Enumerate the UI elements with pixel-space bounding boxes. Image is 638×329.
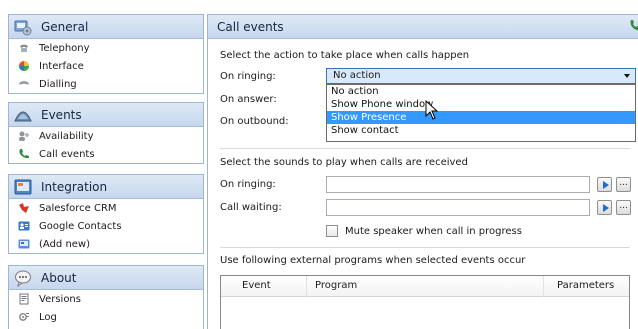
dropdown-option-no-action[interactable]: No action <box>327 85 635 98</box>
add-new-icon <box>17 237 31 251</box>
interface-icon <box>17 59 31 73</box>
ringing-sound-input[interactable] <box>326 176 590 193</box>
dropdown-option-show-phone-window[interactable]: Show Phone window <box>327 98 635 111</box>
mouse-cursor-icon <box>425 100 439 120</box>
sidebar-item-label: (Add new) <box>39 238 91 250</box>
mute-speaker-label: Mute speaker when call in progress <box>345 226 522 237</box>
sidebar-item-label: Versions <box>39 293 81 305</box>
availability-icon <box>17 129 31 143</box>
chevron-down-icon <box>624 74 630 78</box>
sidebar-item-label: Availability <box>39 130 94 142</box>
action-dropdown-list: No action Show Phone window Show Presenc… <box>326 84 636 142</box>
integration-icon <box>13 177 33 197</box>
telephony-icon <box>17 41 31 55</box>
sidebar-item-label: Log <box>39 311 57 323</box>
on-ringing-label: On ringing: <box>220 71 276 82</box>
column-divider[interactable] <box>306 276 307 297</box>
dropdown-option-show-contact[interactable]: Show contact <box>327 124 635 137</box>
section-divider <box>220 148 630 149</box>
select-value: No action <box>333 70 381 81</box>
sidebar-item-salesforce[interactable]: Salesforce CRM <box>9 199 203 217</box>
sidebar-group-integration: Integration Salesforce CRM Google Contac… <box>8 174 204 254</box>
sidebar-item-versions[interactable]: Versions <box>9 290 203 308</box>
sidebar-group-title-integration: Integration <box>41 179 108 194</box>
sidebar-group-title-about: About <box>41 270 77 285</box>
programs-heading: Use following external programs when sel… <box>220 255 526 266</box>
column-header-event[interactable]: Event <box>242 280 271 291</box>
ellipsis-icon: ... <box>619 200 628 211</box>
play-ringing-button[interactable] <box>597 177 612 192</box>
sound-waiting-label: Call waiting: <box>220 202 282 213</box>
column-divider[interactable] <box>543 276 544 297</box>
sidebar-item-interface[interactable]: Interface <box>9 57 203 75</box>
external-programs-table: Event Program Parameters <box>220 275 630 329</box>
call-events-panel: Call events Select the action to take pl… <box>207 14 638 329</box>
call-events-icon <box>17 147 31 161</box>
on-answer-label: On answer: <box>220 94 277 105</box>
dropdown-option-show-presence[interactable]: Show Presence <box>327 111 635 124</box>
versions-icon <box>17 292 31 306</box>
sidebar-group-header-integration[interactable]: Integration <box>9 175 203 199</box>
sidebar-item-label: Google Contacts <box>39 220 122 232</box>
sidebar-group-header-general[interactable]: General <box>9 15 203 39</box>
log-icon <box>17 310 31 324</box>
sidebar-item-add-new[interactable]: (Add new) <box>9 235 203 253</box>
section-divider <box>220 247 630 248</box>
browse-waiting-button[interactable]: ... <box>616 200 631 215</box>
play-waiting-button[interactable] <box>597 200 612 215</box>
play-icon <box>602 203 609 212</box>
sidebar-item-availability[interactable]: Availability <box>9 127 203 145</box>
on-outbound-label: On outbound: <box>220 116 289 127</box>
play-icon <box>602 180 609 189</box>
ellipsis-icon: ... <box>619 177 628 188</box>
page-title: Call events <box>217 20 284 34</box>
sidebar-item-label: Salesforce CRM <box>39 202 117 214</box>
sidebar-item-label: Interface <box>39 60 84 72</box>
panel-header: Call events <box>208 15 638 39</box>
sidebar-item-label: Telephony <box>39 42 90 54</box>
browse-ringing-button[interactable]: ... <box>616 177 631 192</box>
on-ringing-action-select[interactable]: No action <box>326 68 636 84</box>
phone-icon <box>628 19 638 33</box>
events-icon <box>13 105 33 125</box>
sidebar-group-header-events[interactable]: Events <box>9 103 203 127</box>
sidebar-item-call-events[interactable]: Call events <box>9 145 203 163</box>
sidebar-item-log[interactable]: Log <box>9 308 203 326</box>
column-header-program[interactable]: Program <box>315 280 357 291</box>
general-icon <box>13 17 33 37</box>
table-header: Event Program Parameters <box>221 276 629 297</box>
sidebar-group-about: About Versions Log <box>8 265 204 329</box>
sidebar-item-label: Dialling <box>39 78 77 90</box>
sidebar-item-google-contacts[interactable]: Google Contacts <box>9 217 203 235</box>
about-icon <box>13 268 33 288</box>
sidebar-item-dialling[interactable]: Dialling <box>9 75 203 93</box>
mute-speaker-checkbox[interactable] <box>326 225 338 237</box>
actions-heading: Select the action to take place when cal… <box>220 50 470 61</box>
sound-ringing-label: On ringing: <box>220 179 276 190</box>
dialling-icon <box>17 77 31 91</box>
sidebar-group-header-about[interactable]: About <box>9 266 203 290</box>
sidebar-item-label: Call events <box>39 148 95 160</box>
sidebar-group-general: General Telephony Interface Dialling <box>8 14 204 94</box>
column-header-parameters[interactable]: Parameters <box>557 280 614 291</box>
google-contacts-icon <box>17 219 31 233</box>
sidebar-item-telephony[interactable]: Telephony <box>9 39 203 57</box>
sounds-heading: Select the sounds to play when calls are… <box>220 157 468 168</box>
sidebar-group-title-general: General <box>41 19 89 34</box>
sidebar-group-events: Events Availability Call events <box>8 102 204 164</box>
waiting-sound-input[interactable] <box>326 199 590 216</box>
salesforce-icon <box>17 201 31 215</box>
settings-sidebar: General Telephony Interface Dialling Eve… <box>8 14 204 329</box>
sidebar-group-title-events: Events <box>41 107 82 122</box>
